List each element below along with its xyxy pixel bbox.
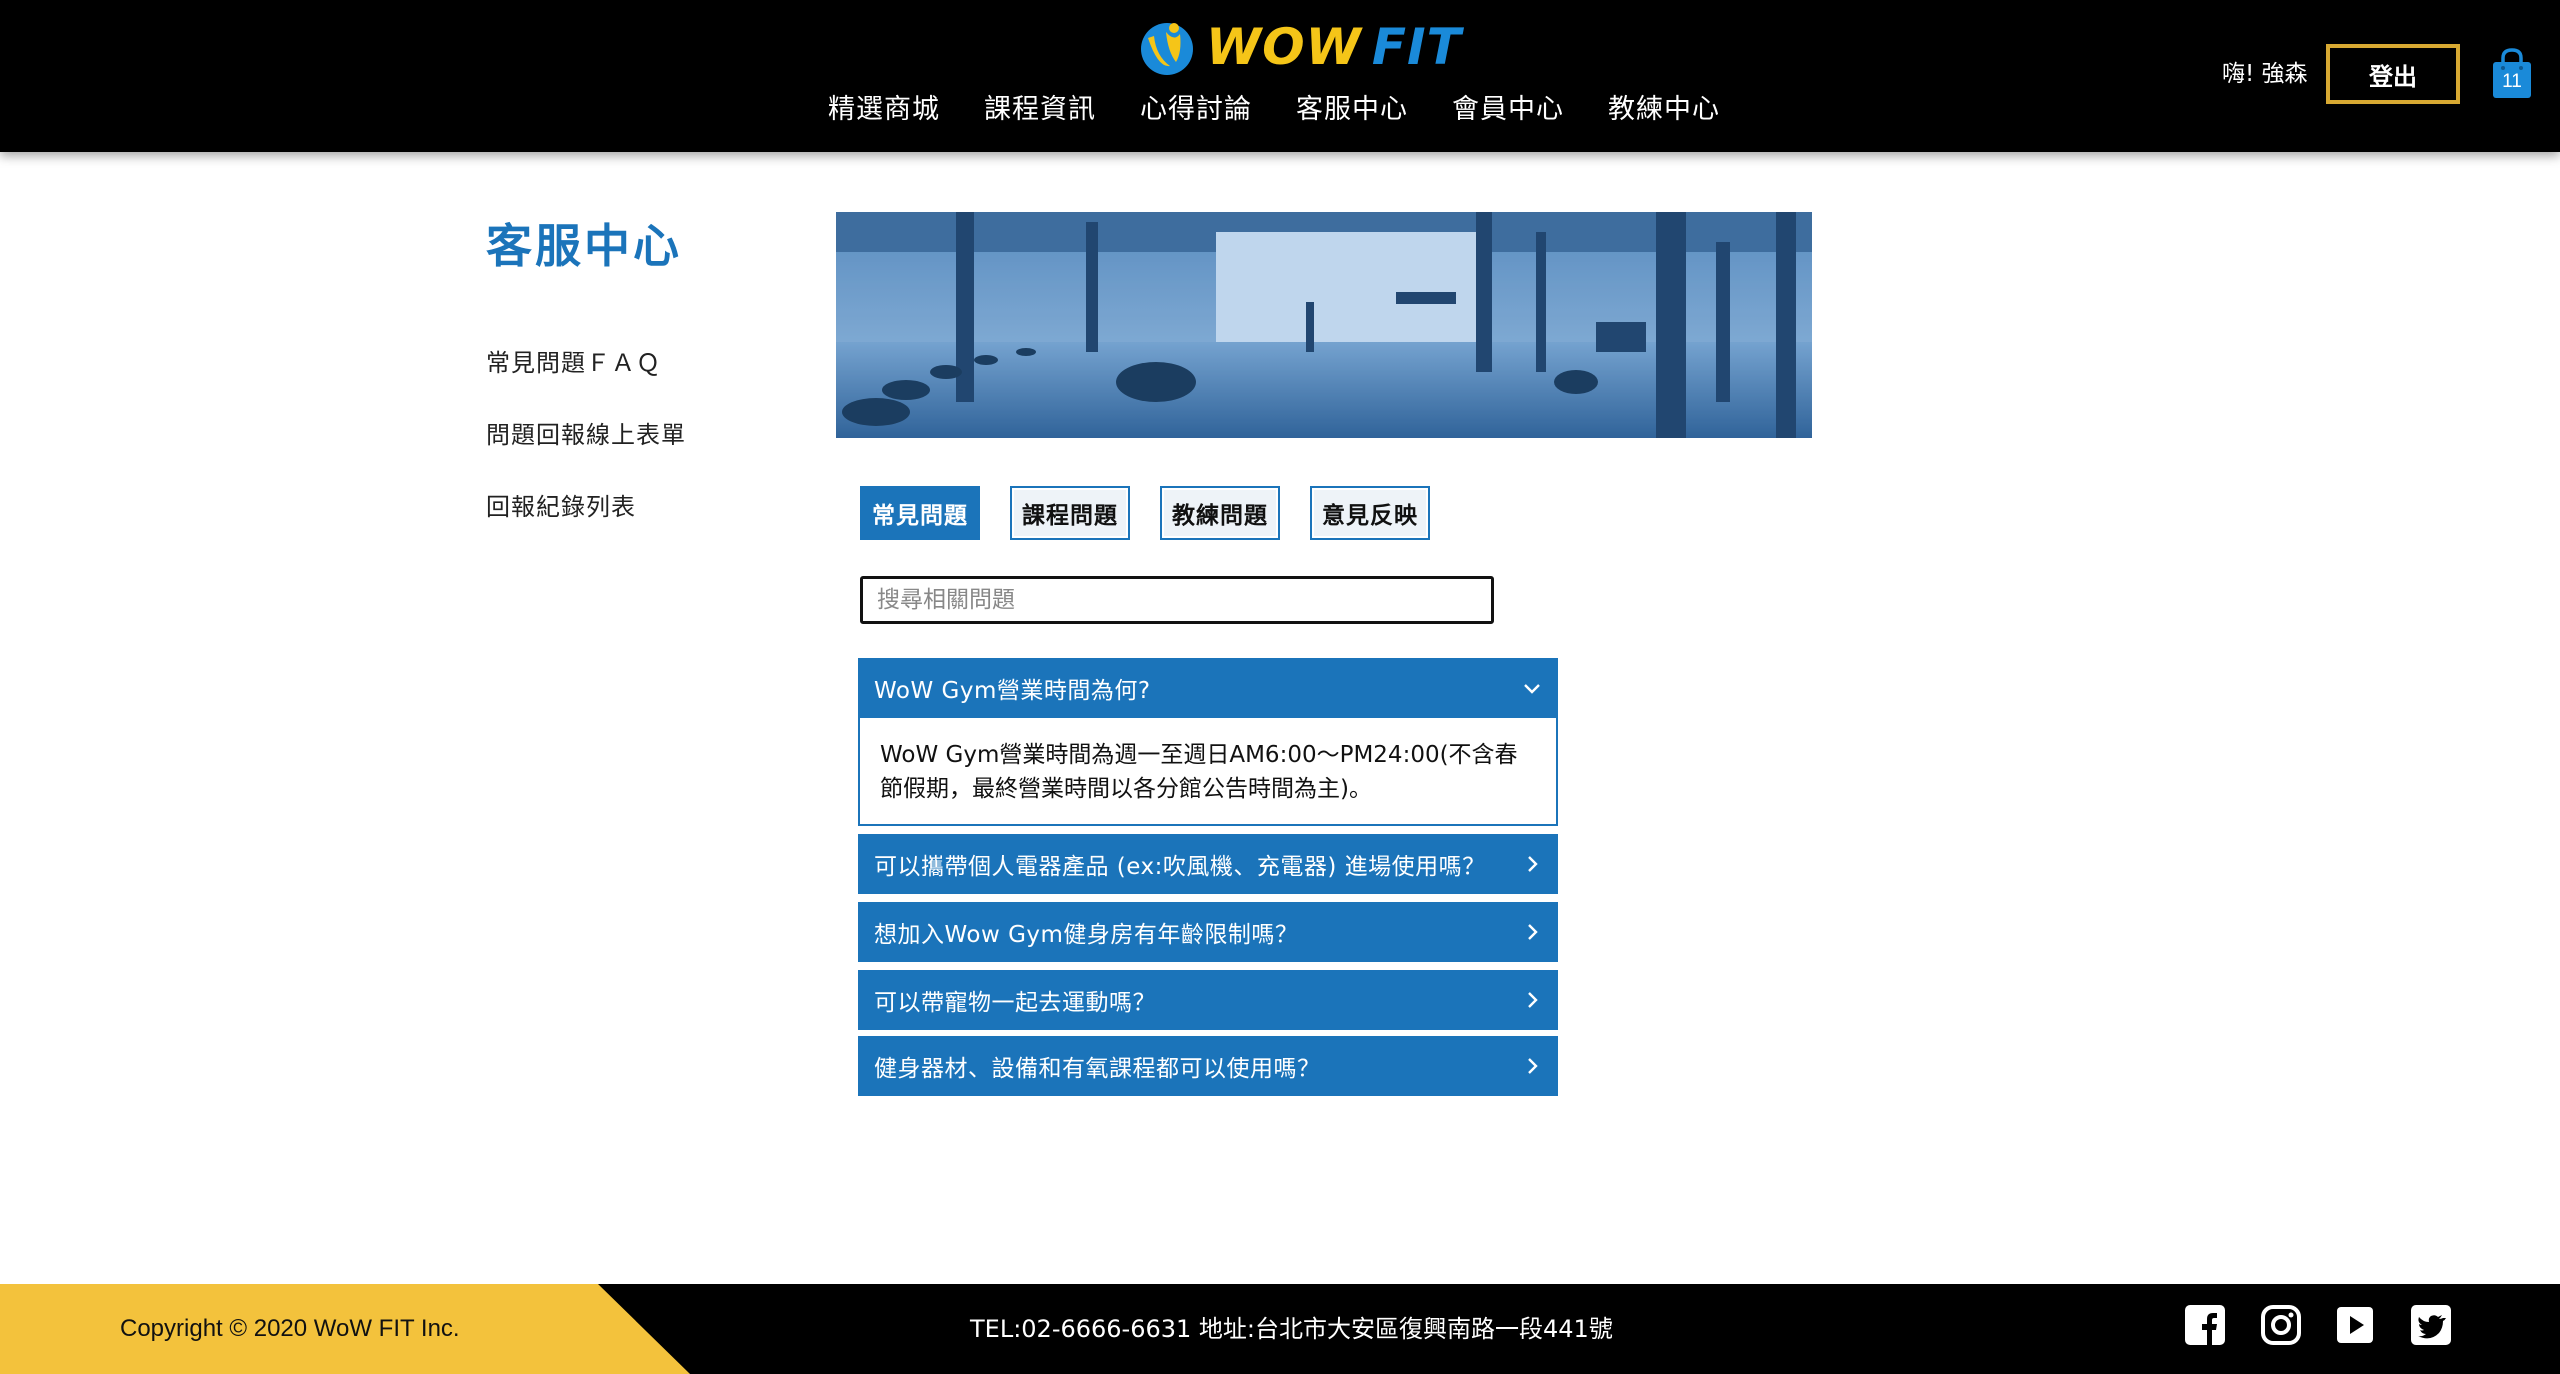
faq-question-text: 可以攜帶個人電器產品 (ex:吹風機、充電器) 進場使用嗎？: [874, 854, 1486, 880]
faq-answer-line: 節假期，最終營業時間以各分館公告時間為主)。: [880, 776, 1372, 802]
sidebar-title: 客服中心: [486, 219, 682, 273]
nav-coach-center[interactable]: 教練中心: [1608, 88, 1720, 132]
site-header: WOW FIT 精選商城 課程資訊 心得討論 客服中心 會員中心 教練中心 嗨! …: [0, 0, 2560, 152]
copyright-text: Copyright © 2020 WoW FIT Inc.: [120, 1315, 460, 1342]
shopping-cart[interactable]: 11: [2490, 48, 2534, 100]
instagram-icon[interactable]: [2260, 1304, 2302, 1346]
tab-course-questions[interactable]: 課程問題: [1010, 486, 1130, 540]
facebook-icon[interactable]: [2184, 1304, 2226, 1346]
faq-question-text: WoW Gym營業時間為何?: [874, 678, 1151, 704]
nav-courses[interactable]: 課程資訊: [984, 88, 1096, 132]
site-footer: Copyright © 2020 WoW FIT Inc. TEL:02-666…: [0, 1284, 2560, 1374]
tab-feedback[interactable]: 意見反映: [1310, 486, 1430, 540]
twitter-icon[interactable]: [2410, 1304, 2452, 1346]
chevron-right-icon: [1528, 1058, 1538, 1074]
faq-answer-hours: WoW Gym營業時間為週一至週日AM6:00～PM24:00(不含春 節假期，…: [858, 718, 1558, 826]
sidebar-item-faq[interactable]: 常見問題ＦＡＱ: [486, 346, 661, 380]
user-greeting: 嗨! 強森: [2222, 61, 2308, 87]
tab-general-faq[interactable]: 常見問題: [860, 486, 980, 540]
nav-shop[interactable]: 精選商城: [828, 88, 940, 132]
logo-mark-icon: [1141, 23, 1193, 75]
main-nav: 精選商城 課程資訊 心得討論 客服中心 會員中心 教練中心: [828, 88, 1764, 132]
cart-count-badge: 11: [2502, 71, 2522, 92]
faq-answer-line: WoW Gym營業時間為週一至週日AM6:00～PM24:00(不含春: [880, 742, 1518, 768]
faq-question-text: 可以帶寵物一起去運動嗎？: [874, 990, 1156, 1016]
logo-fit: FIT: [1371, 18, 1462, 76]
tab-coach-questions[interactable]: 教練問題: [1160, 486, 1280, 540]
gym-banner-image: [836, 212, 1812, 438]
faq-question-electronics[interactable]: 可以攜帶個人電器產品 (ex:吹風機、充電器) 進場使用嗎？: [858, 834, 1558, 894]
faq-search-input[interactable]: [860, 576, 1494, 624]
faq-question-hours[interactable]: WoW Gym營業時間為何?: [858, 658, 1558, 718]
faq-question-text: 健身器材、設備和有氧課程都可以使用嗎？: [874, 1056, 1321, 1082]
faq-question-text: 想加入Wow Gym健身房有年齡限制嗎？: [874, 922, 1299, 948]
nav-customer-service[interactable]: 客服中心: [1296, 88, 1408, 132]
faq-question-pets[interactable]: 可以帶寵物一起去運動嗎？: [858, 970, 1558, 1030]
nav-member-center[interactable]: 會員中心: [1452, 88, 1564, 132]
chevron-right-icon: [1528, 992, 1538, 1008]
logo-wow: WOW: [1206, 18, 1362, 76]
youtube-icon[interactable]: [2334, 1304, 2376, 1346]
faq-question-age-limit[interactable]: 想加入Wow Gym健身房有年齡限制嗎？: [858, 902, 1558, 962]
nav-discussion[interactable]: 心得討論: [1140, 88, 1252, 132]
chevron-right-icon: [1528, 856, 1538, 872]
logo-text: WOW FIT: [1206, 22, 1462, 72]
faq-question-equipment[interactable]: 健身器材、設備和有氧課程都可以使用嗎？: [858, 1036, 1558, 1096]
site-logo[interactable]: WOW FIT: [1136, 14, 1462, 80]
chevron-right-icon: [1528, 924, 1538, 940]
contact-info: TEL:02-6666-6631 地址:台北市大安區復興南路一段441號: [970, 1315, 1613, 1343]
logout-button[interactable]: 登出: [2326, 44, 2460, 104]
sidebar-item-report-form[interactable]: 問題回報線上表單: [486, 418, 686, 452]
chevron-down-icon: [1524, 684, 1540, 694]
sidebar-item-report-history[interactable]: 回報紀錄列表: [486, 490, 636, 524]
